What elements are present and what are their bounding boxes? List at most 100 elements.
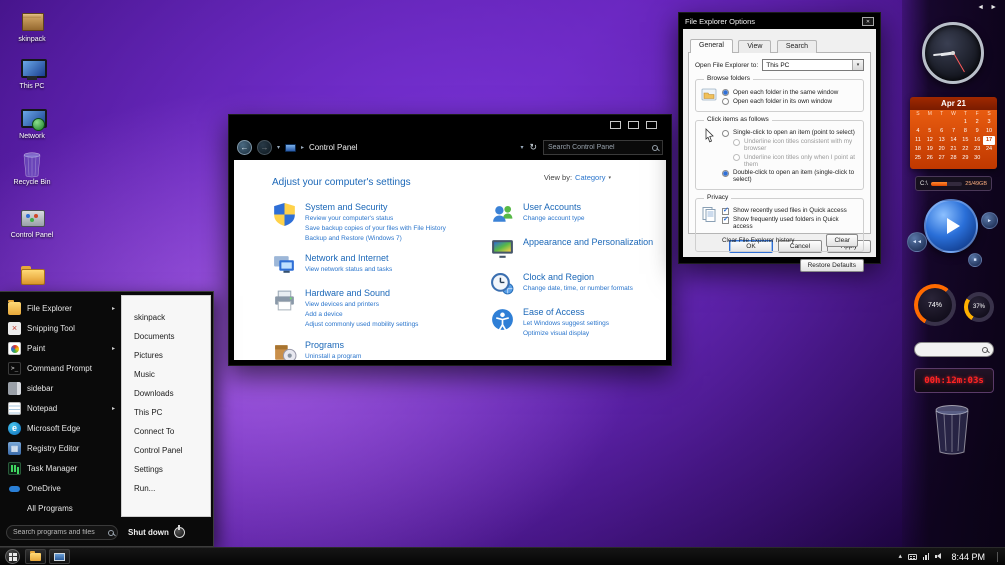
start-right-documents[interactable]: Documents <box>122 327 210 346</box>
category-link[interactable]: Backup and Restore (Windows 7) <box>305 234 446 244</box>
calendar-day[interactable]: 30 <box>971 154 983 163</box>
category-title[interactable]: System and Security <box>305 202 446 212</box>
sidebar-next-icon[interactable]: ► <box>990 4 997 11</box>
restore-defaults-button[interactable]: Restore Defaults <box>800 259 864 272</box>
start-right-run[interactable]: Run... <box>122 479 210 498</box>
calendar-day[interactable]: 12 <box>924 136 936 145</box>
recent-pages-chevron-icon[interactable]: ▾ <box>277 144 280 151</box>
printer-icon[interactable] <box>272 288 297 313</box>
stop-button[interactable]: ■ <box>968 253 982 267</box>
user-accounts-icon[interactable] <box>490 202 515 227</box>
sidebar-prev-icon[interactable]: ◄ <box>977 4 984 11</box>
chevron-down-icon[interactable]: ▾ <box>608 175 611 181</box>
calendar-day[interactable]: 9 <box>971 127 983 136</box>
media-player-gadget[interactable] <box>924 199 978 253</box>
calendar-day[interactable]: 22 <box>959 145 971 154</box>
start-right-settings[interactable]: Settings <box>122 460 210 479</box>
previous-track-button[interactable]: ◄◄ <box>907 232 927 252</box>
calendar-day[interactable]: 14 <box>948 136 960 145</box>
radio-option-underline-point[interactable]: Underline icon titles only when I point … <box>733 154 858 168</box>
category-link[interactable]: Add a device <box>305 310 418 320</box>
calendar-day[interactable]: 3 <box>983 118 995 127</box>
sidebar-search-gadget[interactable] <box>914 342 994 357</box>
ram-gauge-gadget[interactable]: 37% <box>964 292 994 322</box>
start-search-input[interactable] <box>13 529 104 536</box>
start-item-all-programs[interactable]: All Programs <box>0 498 120 518</box>
calendar-day[interactable]: 18 <box>912 145 924 154</box>
touch-keyboard-icon[interactable] <box>908 554 917 560</box>
category-title[interactable]: Ease of Access <box>523 307 609 317</box>
calendar-day[interactable] <box>936 118 948 127</box>
category-title[interactable]: User Accounts <box>523 202 584 212</box>
calendar-day[interactable]: 20 <box>936 145 948 154</box>
hidden-icons-chevron-icon[interactable]: ▴ <box>898 553 902 560</box>
program-box-disc-icon[interactable] <box>272 340 297 361</box>
desktop-icon-network[interactable]: Network <box>2 107 62 141</box>
start-item-registry-editor[interactable]: Registry Editor <box>0 438 120 458</box>
start-item-task-manager[interactable]: Task Manager <box>0 458 120 478</box>
radio-icon[interactable] <box>722 98 729 105</box>
calendar-day[interactable]: 1 <box>959 118 971 127</box>
taskbar-clock[interactable]: 8:44 PM <box>951 552 985 562</box>
radio-icon[interactable] <box>722 130 729 137</box>
tab-search[interactable]: Search <box>777 40 817 53</box>
category-link[interactable]: Save backup copies of your files with Fi… <box>305 224 446 234</box>
chevron-down-icon[interactable] <box>852 60 863 70</box>
start-right-control-panel[interactable]: Control Panel <box>122 441 210 460</box>
minimize-button[interactable] <box>610 121 621 129</box>
show-desktop-button[interactable] <box>997 552 1001 562</box>
calendar-day[interactable]: 15 <box>959 136 971 145</box>
appearance-monitor-icon[interactable] <box>490 237 515 262</box>
category-title[interactable]: Network and Internet <box>305 253 392 263</box>
calendar-day[interactable] <box>912 118 924 127</box>
calendar-day[interactable]: 8 <box>959 127 971 136</box>
desktop-icon-recycle-bin[interactable]: Recycle Bin <box>2 153 62 187</box>
close-button[interactable] <box>646 121 657 129</box>
calendar-day[interactable]: 6 <box>936 127 948 136</box>
search-input[interactable] <box>548 144 649 151</box>
calendar-day[interactable]: 19 <box>924 145 936 154</box>
calendar-day[interactable]: 5 <box>924 127 936 136</box>
calendar-day[interactable]: 28 <box>948 154 960 163</box>
checkbox-checked-icon[interactable] <box>722 217 729 224</box>
calendar-day[interactable]: 10 <box>983 127 995 136</box>
back-button[interactable]: ← <box>237 140 252 155</box>
category-link[interactable]: Review your computer's status <box>305 214 446 224</box>
checkbox-checked-icon[interactable] <box>722 208 729 215</box>
category-title[interactable]: Appearance and Personalization <box>523 237 653 247</box>
start-item-microsoft-edge[interactable]: Microsoft Edge <box>0 418 120 438</box>
security-shield-icon[interactable] <box>272 202 297 227</box>
start-right-connect-to[interactable]: Connect To <box>122 422 210 441</box>
taskbar-app-window[interactable] <box>49 549 70 564</box>
calendar-gadget[interactable]: Apr 21 SMTWTFS 1234567891011121314151617… <box>910 97 997 169</box>
calendar-day[interactable]: 26 <box>924 154 936 163</box>
radio-option-double-click[interactable]: Double-click to open an item (single-cli… <box>722 169 858 183</box>
breadcrumb-chevron-icon[interactable]: ▸ <box>301 144 304 151</box>
window-titlebar[interactable] <box>229 115 671 135</box>
start-right-music[interactable]: Music <box>122 365 210 384</box>
desktop-icon-skinpack[interactable]: skinpack <box>2 10 62 44</box>
recycle-bin-gadget[interactable] <box>930 404 974 461</box>
calendar-day[interactable]: 7 <box>948 127 960 136</box>
tab-general[interactable]: General <box>690 39 733 53</box>
checkbox-frequent-folders[interactable]: Show frequently used folders in Quick ac… <box>722 216 858 230</box>
start-item-command-prompt[interactable]: Command Prompt <box>0 358 120 378</box>
start-item-snipping-tool[interactable]: Snipping Tool <box>0 318 120 338</box>
start-item-sidebar[interactable]: sidebar <box>0 378 120 398</box>
start-right-this-pc[interactable]: This PC <box>122 403 210 422</box>
category-link[interactable]: View devices and printers <box>305 300 418 310</box>
calendar-day[interactable]: 11 <box>912 136 924 145</box>
view-by-value[interactable]: Category <box>575 173 605 182</box>
calendar-day[interactable] <box>948 118 960 127</box>
start-right-downloads[interactable]: Downloads <box>122 384 210 403</box>
analog-clock-gadget[interactable] <box>922 22 984 84</box>
next-track-button[interactable]: ► <box>981 212 998 229</box>
start-right-skinpack[interactable]: skinpack <box>122 308 210 327</box>
open-to-select[interactable]: This PC <box>762 59 864 71</box>
clear-button[interactable]: Clear <box>826 234 858 247</box>
calendar-day[interactable]: 27 <box>936 154 948 163</box>
close-icon[interactable]: ✕ <box>862 17 874 26</box>
address-dropdown-icon[interactable]: ▾ <box>520 144 523 151</box>
drive-meter-gadget[interactable]: C:\ 25/49GB <box>915 176 992 191</box>
calendar-day[interactable]: 29 <box>959 154 971 163</box>
